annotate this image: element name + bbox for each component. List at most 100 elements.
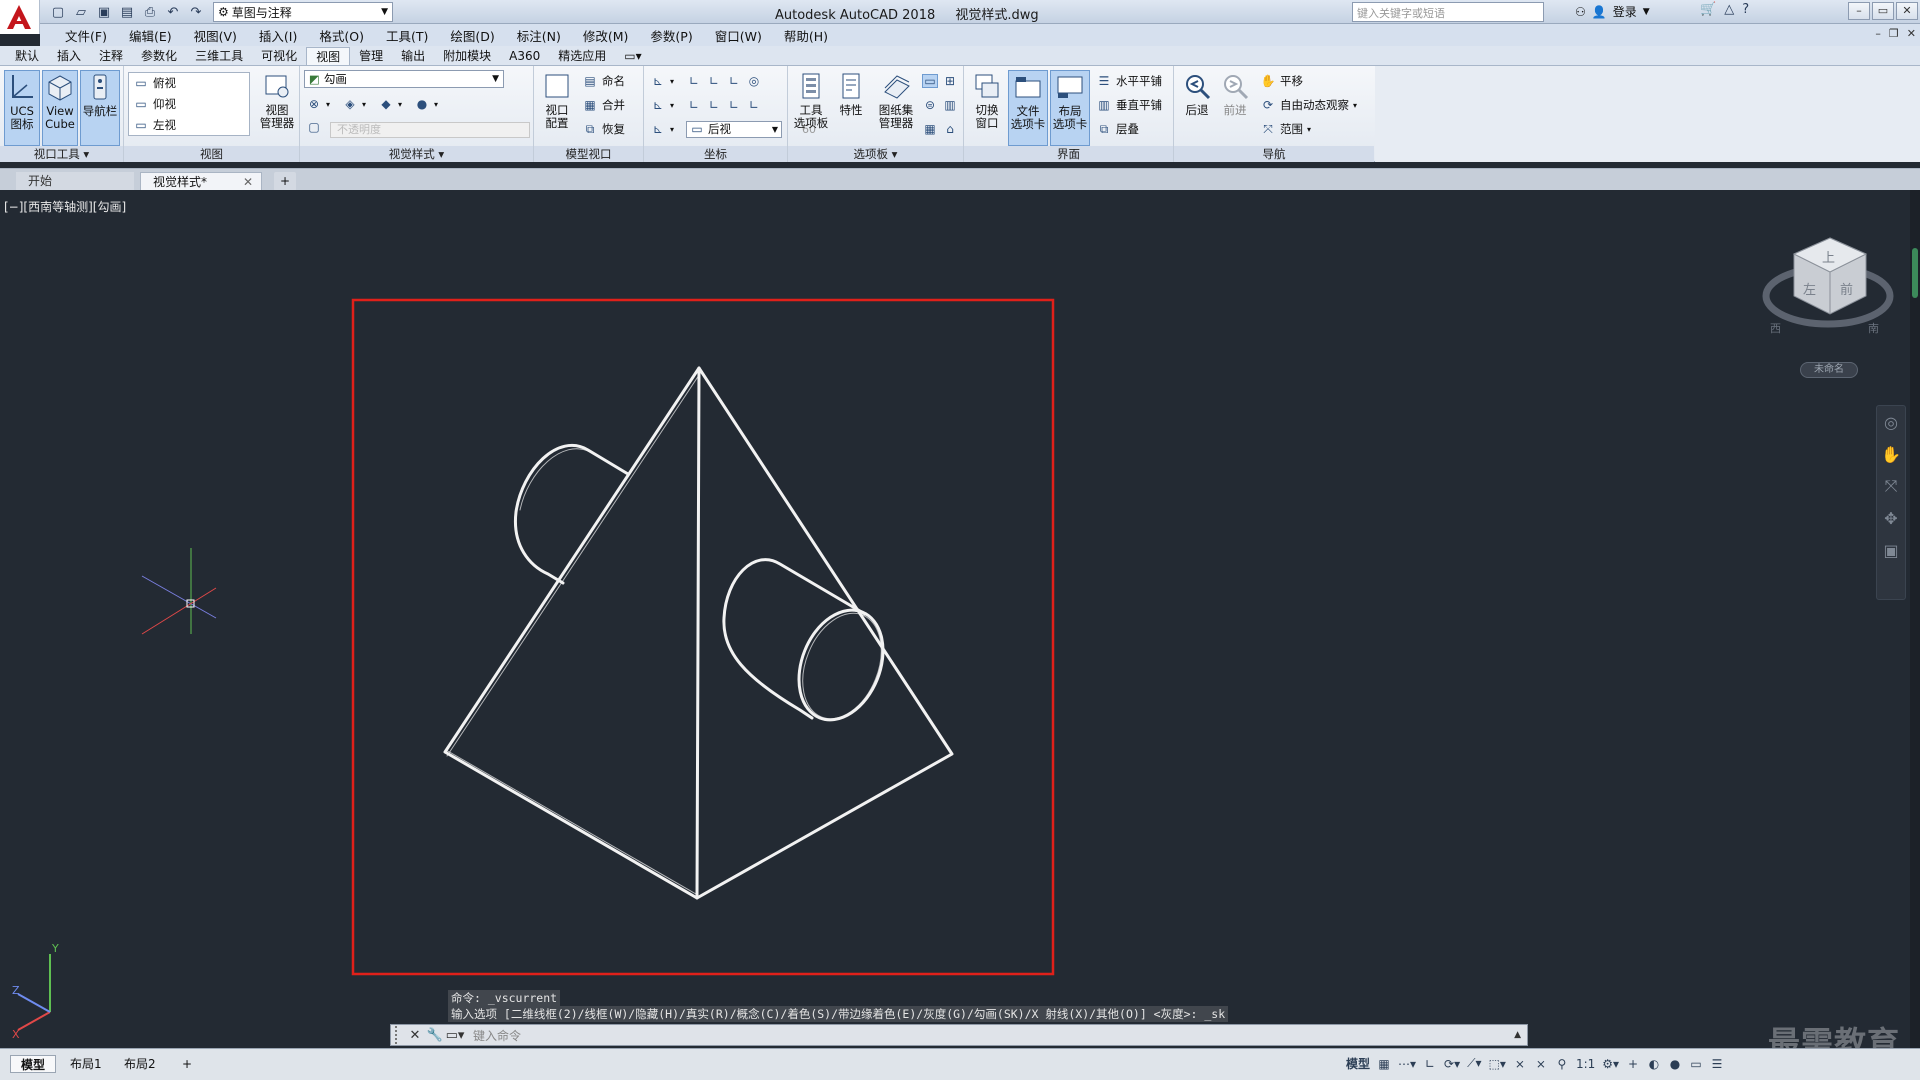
sheetset-manager-button[interactable]: 图纸集 管理器 [874,70,918,130]
ortho-icon[interactable]: ∟ [1423,1057,1437,1071]
viewport-join-button[interactable]: ▦ 合并 [582,95,625,115]
navbar-button[interactable]: 导航栏 [80,70,120,146]
tab-default[interactable]: 默认 [6,47,48,65]
viewcube-button[interactable]: View Cube [42,70,78,146]
doc-restore-button[interactable]: ❐ [1889,27,1899,40]
settings-gear-icon[interactable]: ⚙▾ [1602,1057,1619,1071]
tab-current-document[interactable]: 视觉样式* ✕ [140,172,262,191]
tab-parametric[interactable]: 参数化 [132,47,186,65]
zoom-icon[interactable]: ⤧ [1877,470,1905,502]
pan-button[interactable]: ✋ 平移 [1260,71,1303,91]
opacity-slider[interactable]: 不透明度 [330,122,530,138]
right-scroll-handle[interactable] [1912,248,1918,298]
menu-tools[interactable]: 工具(T) [375,26,439,45]
minimize-button[interactable]: – [1848,2,1870,20]
ucs-face-icon[interactable]: ∟ [706,98,722,112]
panel-title-palettes[interactable]: 选项板 ▾ [788,146,963,162]
ucs-view-icon[interactable]: ◎ [746,74,762,88]
object-snap-icon[interactable]: ⬚▾ [1489,1057,1506,1071]
view-item-left[interactable]: ▭ 左视 [129,115,249,136]
command-grip-handle[interactable] [395,1026,405,1044]
tab-featured-apps[interactable]: 精选应用 [549,47,615,65]
shadow-icon[interactable]: ◈ [342,97,358,111]
menu-help[interactable]: 帮助(H) [773,26,839,45]
doc-minimize-button[interactable]: – [1875,27,1881,40]
tab-annotate[interactable]: 注释 [90,47,132,65]
switch-window-button[interactable]: 切换 窗口 [968,70,1006,130]
ucs-zaxis-icon[interactable]: ∟ [746,98,762,112]
viewport-restore-button[interactable]: ⧉ 恢复 [582,119,625,139]
save-as-icon[interactable]: ▤ [117,2,137,22]
a360-icon[interactable]: △ [1724,2,1734,17]
cart-icon[interactable]: 🛒 [1700,2,1716,17]
new-file-icon[interactable]: ▢ [48,2,68,22]
ucs-3point-icon[interactable]: ∟ [686,98,702,112]
add-layout-button[interactable]: + [172,1055,202,1073]
model-space-toggle[interactable]: 模型 [1346,1055,1370,1072]
search-input[interactable]: 键入关键字或短语 [1352,2,1544,22]
autocad-logo-icon[interactable] [0,0,40,34]
command-input[interactable]: 键入命令 [473,1027,521,1044]
forward-button[interactable]: 前进 [1216,70,1254,117]
tool-palettes-button[interactable]: 工具 选项板 [792,70,830,130]
face-color-icon[interactable]: ● [414,97,430,111]
ucs-z-icon[interactable]: ∟ [726,74,742,88]
ucs-y-icon[interactable]: ∟ [706,74,722,88]
command-prompt-icon[interactable]: ▭▾ [445,1028,465,1043]
tab-manage[interactable]: 管理 [350,47,392,65]
undo-icon[interactable]: ↶ [163,2,183,22]
menu-window[interactable]: 窗口(W) [704,26,773,45]
orbit-icon[interactable]: ✥ [1877,502,1905,534]
wrench-icon[interactable]: 🔧 [425,1028,445,1043]
help-icon[interactable]: ? [1742,2,1749,17]
edge-effects-icon[interactable]: ◆ [378,97,394,111]
tab-insert[interactable]: 插入 [48,47,90,65]
chevron-up-icon[interactable]: ▲ [1514,1030,1521,1040]
grid-icon[interactable]: ▦ [1377,1057,1391,1071]
block-palette-icon[interactable]: ⌂ [942,122,958,136]
tile-horizontal-button[interactable]: ☰ 水平平铺 [1096,71,1162,91]
menu-view[interactable]: 视图(V) [183,26,248,45]
annotation-visibility-icon[interactable]: ⨯ [1513,1057,1527,1071]
showmotion-icon[interactable]: ▣ [1877,534,1905,566]
view-list[interactable]: ▭ 俯视 ▭ 仰视 ▭ 左视 [128,72,250,136]
auto-scale-icon[interactable]: ⨯ [1534,1057,1548,1071]
properties-button[interactable]: 特性 [832,70,870,117]
pan-icon[interactable]: ✋ [1877,438,1905,470]
tab-visualize[interactable]: 可视化 [252,47,306,65]
orbit-button[interactable]: ⟳ 自由动态观察 ▾ [1260,95,1357,115]
drawing-canvas[interactable]: [−][西南等轴测][勾画] Y X Z 上 左 前 西 南 未命名 [0,190,1910,1048]
snap-icon[interactable]: ⋯▾ [1398,1057,1416,1071]
tab-view[interactable]: 视图 [306,47,351,65]
markup-icon[interactable]: ⊜ [922,98,938,112]
calculator-icon[interactable]: ▥ [942,98,958,112]
view-item-top[interactable]: ▭ 俯视 [129,73,249,94]
panel-title-visual-styles[interactable]: 视觉样式 ▾ [300,146,533,162]
back-button[interactable]: 后退 [1178,70,1216,117]
panel-title-coordinates[interactable]: 坐标 [644,146,787,162]
ucs-world-icon[interactable]: ⊾ [650,74,666,88]
tab-addins[interactable]: 附加模块 [434,47,500,65]
add-icon[interactable]: + [1626,1057,1640,1071]
ribbon-options-icon[interactable]: ▭▾ [615,47,650,65]
tile-vertical-button[interactable]: ▥ 垂直平铺 [1096,95,1162,115]
viewport-config-button[interactable]: 视口 配置 [538,70,576,130]
tab-layout1[interactable]: 布局1 [60,1055,112,1073]
menu-modify[interactable]: 修改(M) [572,26,640,45]
view-manager-button[interactable]: 视图 管理器 [256,70,298,130]
annotation-scale-icon[interactable]: ⚲ [1555,1057,1569,1071]
layout-tabs-button[interactable]: 布局 选项卡 [1050,70,1090,146]
close-button[interactable]: ✕ [1896,2,1918,20]
viewcube-ucs-menu[interactable]: 未命名 [1800,362,1858,378]
command-line-icon[interactable]: ▭ [922,74,938,88]
ucs-view-select[interactable]: ▭ 后视 ▼ [686,120,783,138]
viewport-name-button[interactable]: ▤ 命名 [582,71,625,91]
tab-a360[interactable]: A360 [500,47,549,65]
ucs-previous-icon[interactable]: ⊾ [650,122,666,136]
menu-file[interactable]: 文件(F) [54,26,118,45]
polar-icon[interactable]: ⟳▾ [1444,1057,1460,1071]
viewcube[interactable]: 上 左 前 西 南 [1762,237,1894,335]
tab-model[interactable]: 模型 [10,1055,57,1073]
tab-output[interactable]: 输出 [392,47,434,65]
close-icon[interactable]: ✕ [243,173,253,191]
